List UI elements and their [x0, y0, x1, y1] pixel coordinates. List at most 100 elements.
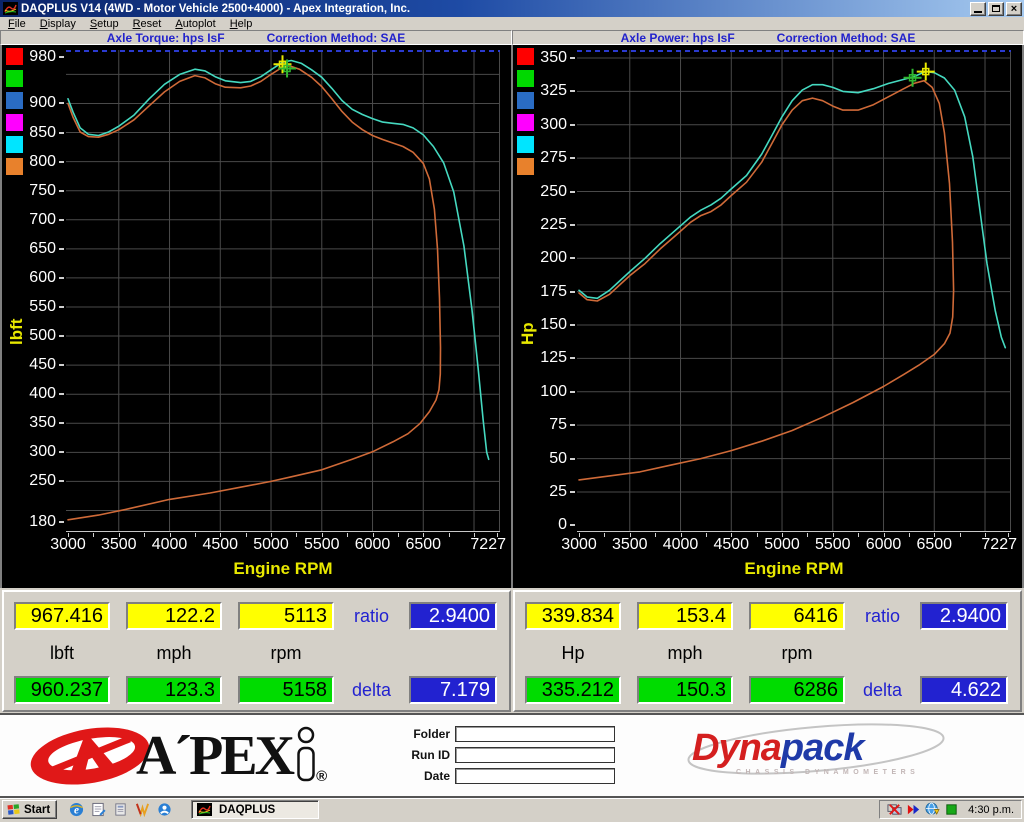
y-tick-label: 900 — [12, 94, 56, 112]
menu-item-help[interactable]: Help — [224, 18, 261, 30]
delta-value: 4.622 — [920, 676, 1008, 704]
daqplus-app-icon[interactable] — [3, 2, 18, 15]
media-icon[interactable] — [135, 802, 150, 817]
daqplus-task-button[interactable]: DAQPLUS — [191, 800, 319, 819]
menu-item-autoplot[interactable]: Autoplot — [169, 18, 223, 30]
quick-launch-bar: e — [69, 802, 172, 817]
y-tick-mark — [570, 424, 575, 426]
y-tick-label: 800 — [12, 153, 56, 171]
unit-label-mph: mph — [637, 643, 733, 664]
y-tick-label: 350 — [523, 49, 567, 67]
y-tick-label: 250 — [523, 183, 567, 201]
x-tick-label: 7227 — [969, 536, 1017, 554]
document-icon[interactable] — [113, 802, 128, 817]
y-tick-label: 275 — [523, 149, 567, 167]
power-trace-orange — [579, 81, 954, 480]
unit-label-rpm: rpm — [749, 643, 845, 664]
ie-icon[interactable]: e — [69, 802, 84, 817]
torque-x-axis-label: Engine RPM — [66, 559, 500, 579]
y-tick-label: 200 — [523, 249, 567, 267]
y-tick-label: 300 — [523, 116, 567, 134]
spacer — [409, 641, 497, 665]
cursor1-value-mph: 122.2 — [126, 602, 222, 630]
axle-torque-plot-area[interactable] — [66, 50, 500, 532]
y-tick-mark — [570, 491, 575, 493]
y-tick-mark — [59, 56, 64, 58]
delta-value: 7.179 — [409, 676, 497, 704]
run-id-input[interactable] — [455, 747, 615, 763]
close-button[interactable]: × — [1006, 2, 1022, 16]
power-x-axis-label: Engine RPM — [577, 559, 1011, 579]
cursor2-value-rpm: 5158 — [238, 676, 334, 704]
y-tick-label: 300 — [12, 443, 56, 461]
network-offline-icon[interactable] — [887, 802, 902, 817]
close-icon: × — [1011, 3, 1017, 15]
y-tick-mark — [59, 364, 64, 366]
cursor1-value-lbft: 967.416 — [14, 602, 110, 630]
x-tick-label: 3500 — [95, 536, 143, 554]
y-tick-mark — [570, 324, 575, 326]
y-tick-mark — [59, 422, 64, 424]
y-tick-label: 180 — [12, 513, 56, 531]
cursor2-value-rpm: 6286 — [749, 676, 845, 704]
dynapack-word-dyna: Dyna — [692, 727, 781, 769]
outlook-icon[interactable] — [91, 802, 106, 817]
y-tick-label: 100 — [523, 383, 567, 401]
start-button[interactable]: Start — [2, 800, 57, 819]
apexi-i-glyph — [294, 726, 318, 782]
power-correction-method: Correction Method: SAE — [777, 31, 916, 45]
task-button-label: DAQPLUS — [219, 804, 275, 816]
y-tick-mark — [59, 335, 64, 337]
restore-button[interactable] — [988, 2, 1004, 16]
y-tick-mark — [59, 190, 64, 192]
axle-power-plot-area[interactable] — [577, 50, 1011, 532]
torque-trace-cyan — [68, 61, 489, 460]
menu-item-setup[interactable]: Setup — [84, 18, 127, 30]
cursor2-value-Hp: 335.212 — [525, 676, 621, 704]
spacer — [920, 641, 1008, 665]
y-tick-label: 750 — [12, 182, 56, 200]
y-tick-mark — [59, 480, 64, 482]
tray-icons — [887, 802, 959, 817]
y-tick-mark — [570, 57, 575, 59]
arrows-icon[interactable] — [906, 802, 921, 817]
x-tick-label: 7227 — [458, 536, 506, 554]
date-input[interactable] — [455, 768, 615, 784]
window-controls: × — [970, 2, 1022, 16]
connection-alert-icon[interactable] — [925, 802, 940, 817]
y-tick-label: 225 — [523, 216, 567, 234]
cursor1-value-rpm: 6416 — [749, 602, 845, 630]
menu-item-file[interactable]: File — [2, 18, 34, 30]
minimize-button[interactable] — [970, 2, 986, 16]
dynapack-logo: Dynapack CHASSIS DYNAMOMETERS — [692, 729, 942, 776]
y-tick-mark — [570, 291, 575, 293]
menu-item-reset[interactable]: Reset — [127, 18, 170, 30]
system-tray: 4:30 p.m. — [879, 800, 1022, 819]
cursor1-value-mph: 153.4 — [637, 602, 733, 630]
recorder-icon[interactable] — [944, 802, 959, 817]
ratio-value: 2.9400 — [409, 602, 497, 630]
windows-flag-icon — [6, 802, 21, 817]
y-tick-mark — [59, 306, 64, 308]
torque-chart: lbft Engine RPM 980900850800750700650600… — [2, 45, 511, 588]
messenger-icon[interactable] — [157, 802, 172, 817]
cursor1-value-rpm: 5113 — [238, 602, 334, 630]
y-tick-label: 175 — [523, 283, 567, 301]
y-tick-label: 50 — [523, 450, 567, 468]
legend-swatch-1[interactable] — [6, 70, 23, 87]
menu-item-display[interactable]: Display — [34, 18, 84, 30]
y-tick-label: 500 — [12, 327, 56, 345]
x-tick-label: 3500 — [606, 536, 654, 554]
run-id-field-row: Run ID — [396, 747, 615, 763]
run-id-label: Run ID — [396, 748, 450, 762]
torque-readout-panel: 967.416122.25113ratio2.9400lbftmphrpm960… — [2, 590, 511, 712]
y-tick-mark — [570, 224, 575, 226]
power-readout-panel: 339.834153.46416ratio2.9400Hpmphrpm335.2… — [513, 590, 1022, 712]
menu-bar: FileDisplaySetupResetAutoplotHelp — [0, 17, 1024, 30]
unit-label-rpm: rpm — [238, 643, 334, 664]
y-tick-mark — [570, 458, 575, 460]
date-field-row: Date — [396, 768, 615, 784]
window-title: DAQPLUS V14 (4WD - Motor Vehicle 2500+40… — [21, 3, 970, 15]
folder-input[interactable] — [455, 726, 615, 742]
title-bar: DAQPLUS V14 (4WD - Motor Vehicle 2500+40… — [0, 0, 1024, 17]
